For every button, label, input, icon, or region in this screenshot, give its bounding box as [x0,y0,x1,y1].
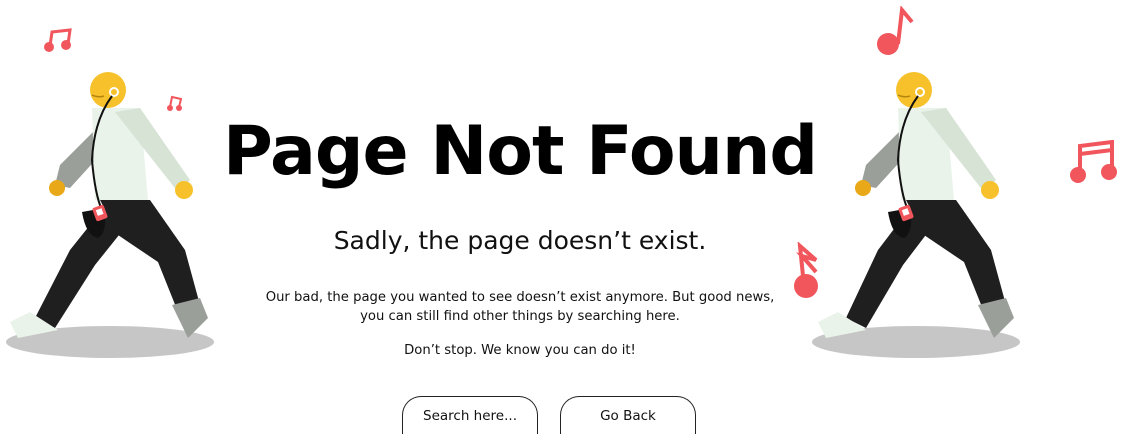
page-title: Page Not Found [222,112,818,191]
page-description: Our bad, the page you wanted to see does… [190,288,850,326]
encouragement-text: Don’t stop. We know you can do it! [404,343,636,358]
page-subtitle: Sadly, the page doesn’t exist. [333,226,707,255]
description-line: you can still find other things by searc… [360,309,680,324]
search-button[interactable]: Search here... [402,396,538,434]
description-line: Our bad, the page you wanted to see does… [265,290,775,305]
music-note-icon [167,95,183,111]
music-note-icon [44,28,72,52]
music-note-icon [1070,140,1117,183]
music-note-icon [877,6,914,55]
go-back-button[interactable]: Go Back [560,396,696,434]
